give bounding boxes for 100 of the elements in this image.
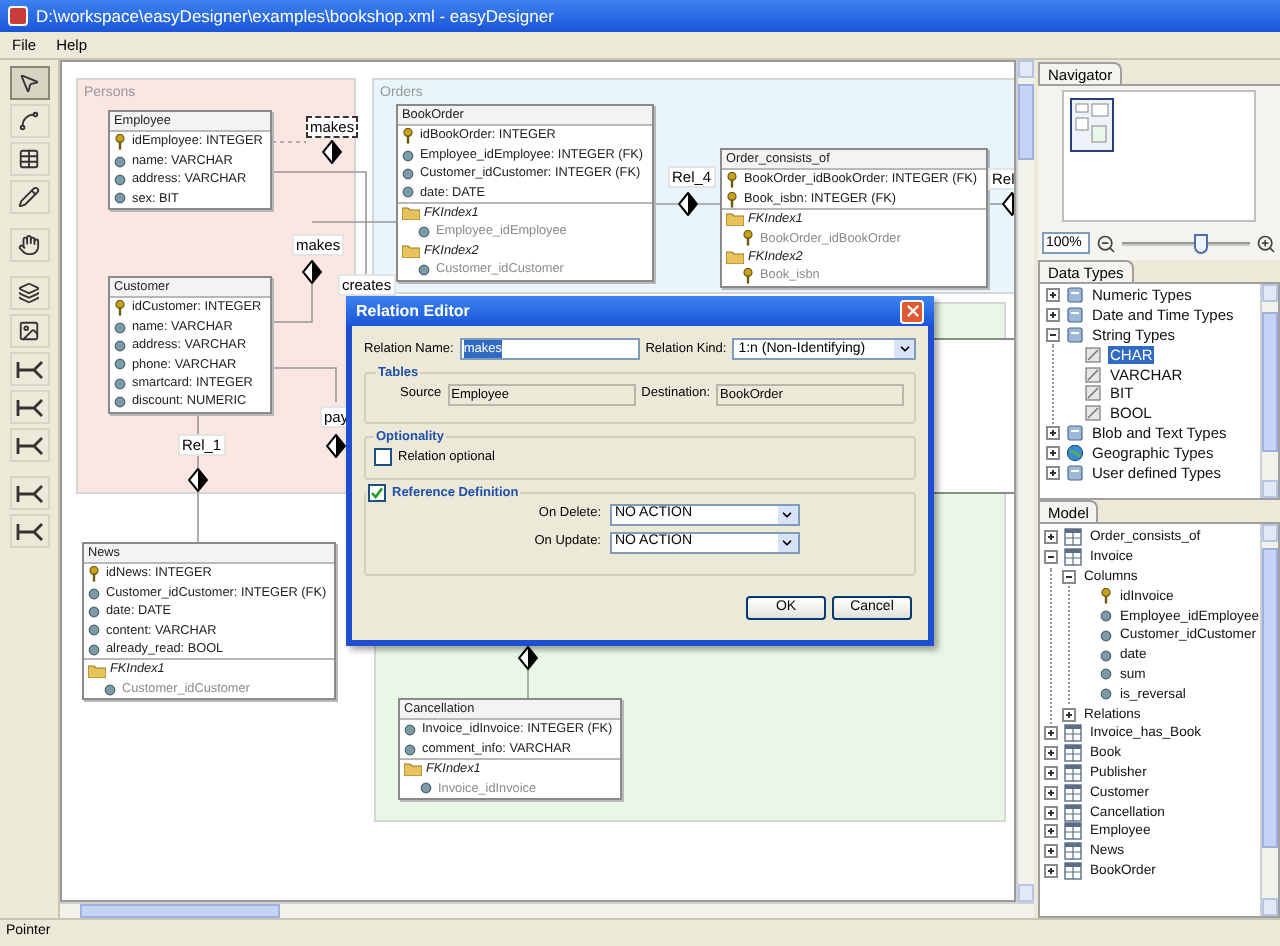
- expand-toggle[interactable]: [1044, 726, 1058, 741]
- folder-icon: [402, 206, 420, 221]
- expand-toggle[interactable]: [1044, 863, 1058, 878]
- layers-icon: [18, 282, 40, 304]
- relation-diamond-icon: [326, 434, 346, 458]
- folder-icon: [88, 663, 106, 678]
- folder-icon: [726, 250, 744, 265]
- column-dot-icon: [402, 167, 414, 180]
- expand-toggle[interactable]: [1044, 805, 1058, 820]
- key-icon: [402, 128, 414, 145]
- data-type-icon: [1066, 306, 1084, 325]
- expand-toggle[interactable]: [1062, 707, 1076, 722]
- image-icon: [18, 320, 40, 342]
- column-dot-icon: [1100, 688, 1112, 701]
- relation-tool-icon: [15, 481, 43, 505]
- close-button[interactable]: [900, 299, 924, 323]
- relation-tool-icon: [15, 433, 43, 457]
- vertical-scrollbar[interactable]: [1260, 524, 1278, 916]
- column-dot-icon: [1100, 629, 1112, 642]
- collapse-toggle[interactable]: [1044, 550, 1058, 565]
- column-dot-icon: [88, 643, 100, 656]
- zoom-in-icon[interactable]: [1256, 233, 1276, 253]
- collapse-toggle[interactable]: [1046, 327, 1060, 342]
- table-icon: [1064, 763, 1082, 782]
- dialog-title: Relation Editor: [356, 299, 470, 323]
- expand-toggle[interactable]: [1044, 785, 1058, 800]
- checkbox[interactable]: [374, 448, 392, 467]
- column-dot-icon: [1100, 649, 1112, 662]
- pointer-icon: [18, 72, 40, 94]
- column-dot-icon: [114, 173, 126, 186]
- column-dot-icon: [1100, 610, 1112, 623]
- column-dot-icon: [104, 683, 116, 696]
- column-dot-icon: [402, 149, 414, 162]
- column-dot-icon: [88, 605, 100, 618]
- tool-button[interactable]: [9, 66, 49, 100]
- close-icon: [903, 302, 921, 320]
- table-icon: [1064, 861, 1082, 880]
- navigator-thumbnail-drawing: [1070, 98, 1114, 152]
- slider-thumb[interactable]: [1193, 233, 1208, 253]
- key-icon: [114, 300, 126, 317]
- hand-icon: [18, 234, 40, 256]
- table-icon: [1064, 803, 1082, 822]
- horizontal-scrollbar[interactable]: [60, 902, 1034, 918]
- table-icon: [1064, 822, 1082, 841]
- key-icon: [742, 268, 754, 285]
- column-dot-icon: [420, 782, 432, 795]
- data-type-icon: [1084, 384, 1102, 403]
- window-title: D:\workspace\easyDesigner\examples\bookshop.xml - easyDesigner: [36, 3, 554, 29]
- column-dot-icon: [114, 321, 126, 334]
- table-icon: [1064, 842, 1082, 861]
- expand-toggle[interactable]: [1044, 824, 1058, 839]
- data-type-icon: [1084, 404, 1102, 423]
- data-type-icon: [1084, 345, 1102, 364]
- vertical-scrollbar[interactable]: [1016, 60, 1034, 902]
- relation-diamond-icon: [302, 260, 322, 284]
- data-type-icon: [1066, 423, 1084, 442]
- column-dot-icon: [88, 587, 100, 600]
- globe-icon: [1066, 443, 1084, 462]
- app-icon: [8, 6, 28, 26]
- expand-toggle[interactable]: [1046, 445, 1060, 460]
- relation-diamond-icon: [188, 468, 208, 492]
- column-dot-icon: [402, 186, 414, 199]
- relation-diamond-icon: [678, 192, 698, 216]
- folder-icon: [404, 762, 422, 777]
- column-dot-icon: [114, 155, 126, 168]
- column-dot-icon: [418, 263, 430, 276]
- key-icon: [742, 230, 754, 247]
- expand-toggle[interactable]: [1046, 308, 1060, 323]
- vertical-scrollbar[interactable]: [1260, 284, 1278, 498]
- expand-toggle[interactable]: [1046, 465, 1060, 480]
- key-icon: [1100, 588, 1112, 605]
- relation-tool-icon: [15, 357, 43, 381]
- column-dot-icon: [404, 743, 416, 756]
- checkbox[interactable]: [368, 484, 386, 503]
- expand-toggle[interactable]: [1046, 288, 1060, 303]
- column-dot-icon: [114, 396, 126, 409]
- expand-toggle[interactable]: [1046, 425, 1060, 440]
- column-dot-icon: [418, 226, 430, 239]
- key-icon: [114, 134, 126, 151]
- table-icon: [18, 148, 40, 170]
- data-type-icon: [1066, 325, 1084, 344]
- table-icon: [1064, 744, 1082, 763]
- data-type-icon: [1066, 463, 1084, 482]
- relation-diamond-icon: [518, 646, 538, 670]
- expand-toggle[interactable]: [1044, 844, 1058, 859]
- zoom-out-icon[interactable]: [1096, 233, 1116, 253]
- column-dot-icon: [114, 192, 126, 205]
- relation-tool-icon: [15, 519, 43, 543]
- table-icon: [1064, 724, 1082, 743]
- column-dot-icon: [88, 624, 100, 637]
- expand-toggle[interactable]: [1044, 765, 1058, 780]
- column-dot-icon: [404, 724, 416, 737]
- column-dot-icon: [114, 339, 126, 352]
- expand-toggle[interactable]: [1044, 746, 1058, 761]
- collapse-toggle[interactable]: [1062, 569, 1076, 584]
- table-icon: [1064, 783, 1082, 802]
- column-dot-icon: [1100, 668, 1112, 681]
- zoom-slider[interactable]: [1122, 233, 1250, 253]
- expand-toggle[interactable]: [1044, 530, 1058, 545]
- data-type-icon: [1084, 365, 1102, 384]
